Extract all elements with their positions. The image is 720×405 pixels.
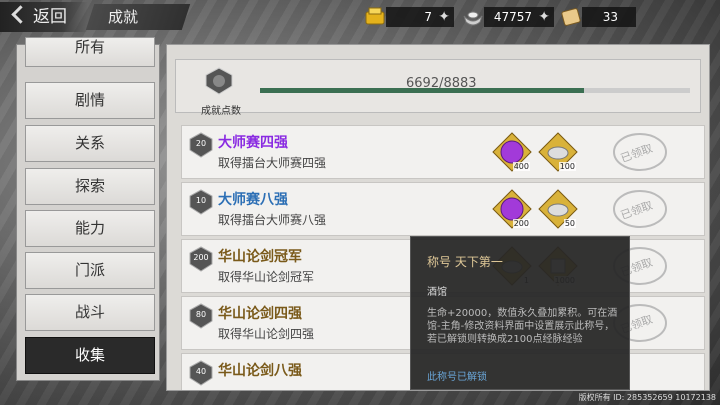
add-gold-icon[interactable]: ✦ <box>438 7 450 27</box>
tooltip-unlock-status: 此称号已解锁 <box>427 372 487 383</box>
category-menu: 所有 剧情 关系 探索 能力 门派 战斗 收集 <box>16 37 160 381</box>
achievement-desc: 取得华山论剑四强 <box>218 327 315 341</box>
top-bar: 返回 成就 7 ✦ 47757 ✦ 33 <box>0 0 720 34</box>
gold-value: 7 <box>424 10 432 24</box>
achievement-name: 华山论剑冠军 <box>218 249 302 265</box>
menu-item-all[interactable]: 所有 <box>25 37 155 67</box>
silver-value: 47757 <box>493 10 532 24</box>
menu-item-story[interactable]: 剧情 <box>25 82 155 119</box>
footer-text: 版权所有 ID: 285352659 10172138 <box>578 393 716 402</box>
reward-slot[interactable]: 100 <box>538 132 578 172</box>
chevron-left-icon <box>11 5 30 24</box>
menu-item-ability[interactable]: 能力 <box>25 210 155 247</box>
level-value: 80 <box>195 310 207 319</box>
add-silver-icon[interactable]: ✦ <box>538 7 550 27</box>
achievement-row: 10 大师赛八强 取得擂台大师赛八强 200 50 已领取 <box>181 182 705 236</box>
menu-item-label: 剧情 <box>74 91 105 109</box>
achievement-desc: 取得华山论剑冠军 <box>218 270 315 284</box>
achievement-name: 华山论剑八强 <box>218 363 302 379</box>
level-value: 20 <box>195 139 207 148</box>
claimed-stamp: 已领取 <box>612 189 668 229</box>
level-badge-icon: 40 <box>188 360 214 386</box>
page-title: 成就 <box>108 8 139 26</box>
trophy-badge-icon <box>205 67 233 95</box>
level-badge-icon: 10 <box>188 189 214 215</box>
level-value: 10 <box>195 196 207 205</box>
menu-item-label: 关系 <box>74 134 105 152</box>
tooltip-subtitle: 酒馆 <box>427 287 447 298</box>
achievement-row: 20 大师赛四强 取得擂台大师赛四强 400 100 已领取 <box>181 125 705 179</box>
menu-item-label: 能力 <box>74 219 105 237</box>
reward-slot[interactable]: 200 <box>492 189 532 229</box>
menu-item-label: 门派 <box>74 261 105 279</box>
reward-amount: 200 <box>512 219 530 228</box>
menu-item-explore[interactable]: 探索 <box>25 168 155 205</box>
points-progress-text: 6692/8883 <box>406 76 477 91</box>
achievement-desc: 取得擂台大师赛四强 <box>218 156 327 170</box>
menu-item-label: 探索 <box>74 177 105 195</box>
reward-amount: 100 <box>558 162 576 171</box>
level-badge-icon: 200 <box>188 246 214 272</box>
points-label: 成就点数 <box>201 106 241 117</box>
ticket-value: 33 <box>602 10 618 24</box>
achievement-name: 华山论剑四强 <box>218 306 302 322</box>
menu-item-sect[interactable]: 门派 <box>25 252 155 289</box>
reward-slot[interactable]: 400 <box>492 132 532 172</box>
menu-item-label: 战斗 <box>74 303 105 321</box>
reward-amount: 50 <box>563 219 576 228</box>
menu-item-relations[interactable]: 关系 <box>25 125 155 162</box>
gold-bar-icon <box>365 7 385 25</box>
ticket-counter: 33 <box>582 7 636 27</box>
menu-item-collection[interactable]: 收集 <box>25 337 155 374</box>
silver-ingot-icon <box>463 11 483 26</box>
level-badge-icon: 80 <box>188 303 214 329</box>
achievement-name: 大师赛八强 <box>218 192 288 208</box>
back-button[interactable]: 返回 <box>0 2 88 32</box>
achievement-summary: 成就点数 6692/8883 <box>175 59 701 117</box>
tooltip-body: 生命+20000，数值永久叠加累积。可在酒馆-主角-修改资料界面中设置展示此称号… <box>427 308 618 345</box>
menu-item-label: 收集 <box>74 346 105 364</box>
achievement-name: 大师赛四强 <box>218 135 288 151</box>
back-label: 返回 <box>33 7 67 27</box>
reward-slot[interactable]: 50 <box>538 189 578 229</box>
achievement-desc: 取得擂台大师赛八强 <box>218 213 327 227</box>
title-tooltip: 称号 天下第一 酒馆 生命+20000，数值永久叠加累积。可在酒馆-主角-修改资… <box>410 236 630 390</box>
silver-counter: 47757 ✦ <box>484 7 554 27</box>
level-value: 40 <box>195 367 207 376</box>
scroll-ticket-icon <box>561 8 581 26</box>
reward-amount: 400 <box>512 162 530 171</box>
menu-item-battle[interactable]: 战斗 <box>25 294 155 331</box>
level-value: 200 <box>193 253 209 262</box>
claimed-stamp: 已领取 <box>612 132 668 172</box>
gold-counter: 7 ✦ <box>386 7 454 27</box>
tooltip-title: 称号 天下第一 <box>427 255 503 269</box>
menu-item-label: 所有 <box>74 38 105 56</box>
level-badge-icon: 20 <box>188 132 214 158</box>
